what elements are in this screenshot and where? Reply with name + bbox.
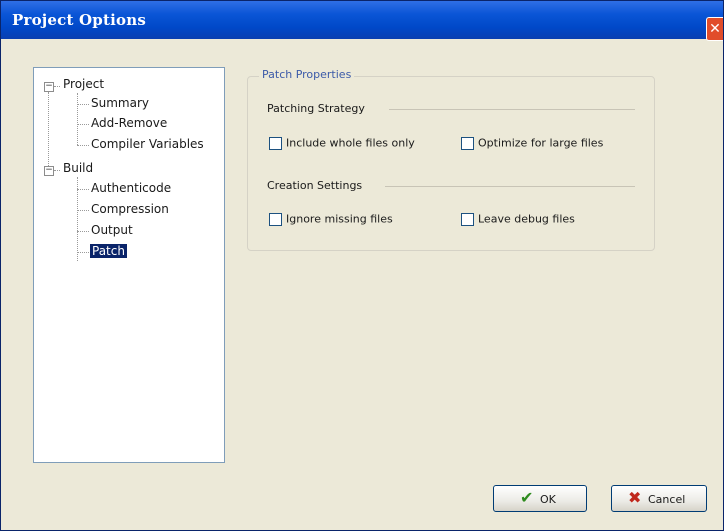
include-whole-files-label: Include whole files only (286, 136, 415, 150)
tree-node-compression[interactable]: Compression (91, 202, 169, 216)
creation-settings-label: Creation Settings (267, 179, 363, 192)
checkbox-icon[interactable] (269, 136, 282, 150)
optimize-large-files-label: Optimize for large files (478, 136, 604, 150)
project-options-dialog: Project Options ✕ − Project Summary Add-… (0, 0, 724, 531)
cancel-button[interactable]: ✖ Cancel (611, 485, 707, 512)
window-title: Project Options (12, 11, 146, 29)
x-icon: ✖ (628, 488, 642, 507)
tree-node-summary[interactable]: Summary (91, 96, 149, 110)
tree-node-output[interactable]: Output (91, 223, 133, 237)
build-expander-icon[interactable]: − (44, 166, 54, 176)
cancel-label: Cancel (648, 493, 686, 506)
tree-node-compiler-variables[interactable]: Compiler Variables (91, 137, 204, 151)
patching-strategy-divider (389, 109, 635, 110)
checkbox-icon[interactable] (461, 212, 474, 226)
leave-debug-files-checkbox[interactable]: Leave debug files (461, 212, 575, 226)
tree-node-add-remove[interactable]: Add-Remove (91, 116, 167, 130)
creation-settings-divider (385, 186, 635, 187)
ok-label: OK (540, 493, 556, 506)
ok-button[interactable]: ✔ OK (493, 485, 587, 512)
checkbox-icon[interactable] (269, 212, 282, 226)
close-icon: ✕ (709, 21, 721, 37)
patching-strategy-label: Patching Strategy (267, 102, 365, 115)
checkmark-icon: ✔ (520, 488, 534, 507)
tree-node-patch[interactable]: Patch (90, 244, 127, 258)
ignore-missing-files-label: Ignore missing files (286, 212, 393, 226)
tree-node-project[interactable]: Project (63, 77, 104, 91)
patch-properties-title: Patch Properties (259, 68, 355, 81)
include-whole-files-checkbox[interactable]: Include whole files only (269, 136, 415, 150)
ignore-missing-files-checkbox[interactable]: Ignore missing files (269, 212, 393, 226)
close-button[interactable]: ✕ (706, 17, 723, 41)
project-expander-icon[interactable]: − (44, 82, 54, 92)
optimize-large-files-checkbox[interactable]: Optimize for large files (461, 136, 603, 150)
leave-debug-files-label: Leave debug files (478, 212, 575, 226)
options-tree[interactable]: − Project Summary Add-Remove Compiler Va… (33, 67, 225, 463)
tree-node-build[interactable]: Build (63, 161, 93, 175)
title-bar[interactable]: Project Options ✕ (1, 1, 723, 41)
dialog-body: − Project Summary Add-Remove Compiler Va… (1, 39, 723, 530)
tree-node-authenticode[interactable]: Authenticode (91, 181, 171, 195)
checkbox-icon[interactable] (461, 136, 474, 150)
